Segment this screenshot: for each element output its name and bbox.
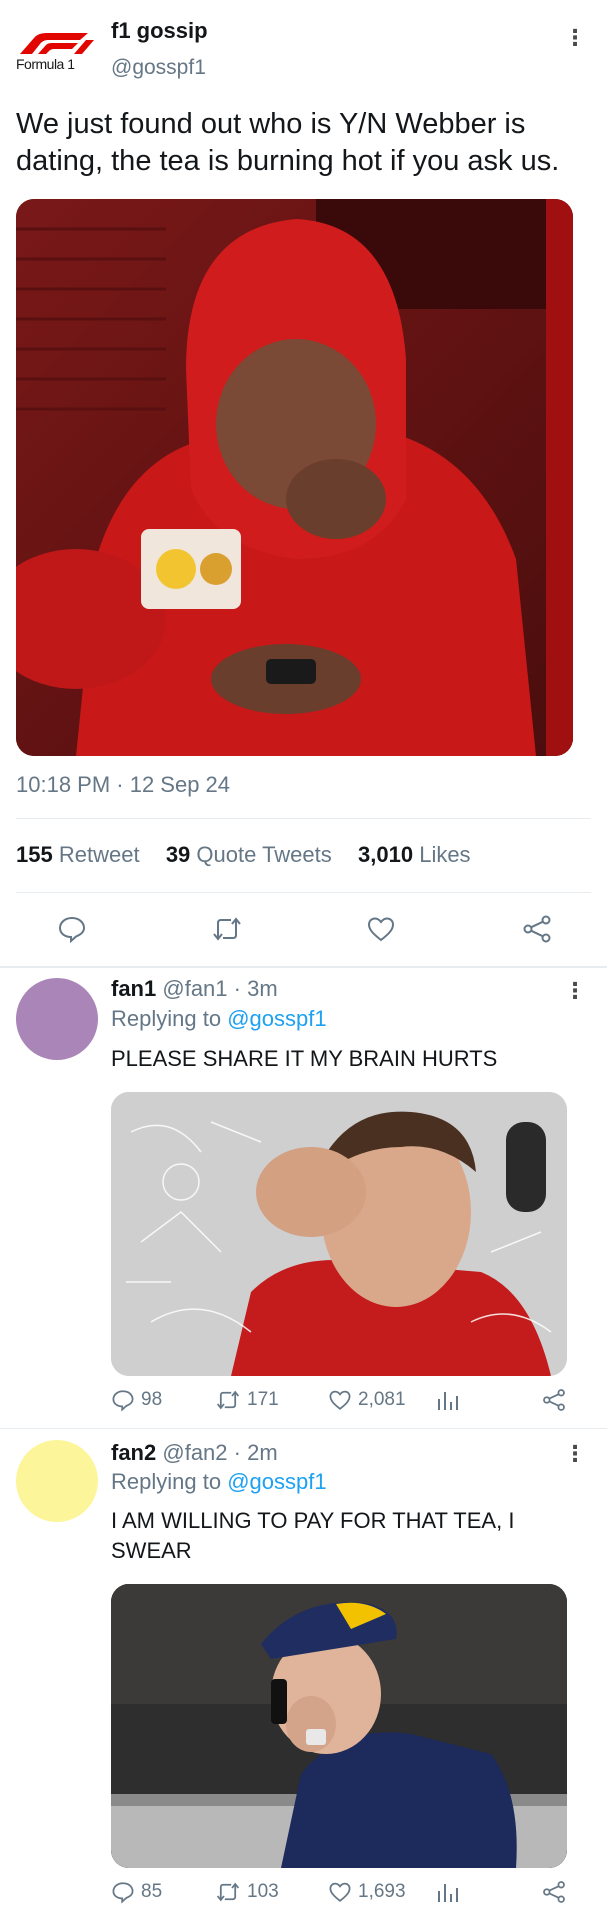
f1-logo-icon (20, 33, 94, 54)
reply-button[interactable] (57, 914, 87, 944)
replying-to: Replying to @gosspf1 (111, 1469, 327, 1495)
user-handle[interactable]: @fan1 (162, 976, 227, 1001)
avatar[interactable] (16, 1440, 98, 1522)
profile-logo[interactable]: Formula 1 (16, 28, 96, 76)
likes-count: 3,010 (358, 842, 414, 867)
reply-icon (112, 1390, 134, 1412)
tweet-text: We just found out who is Y/N Webber is d… (16, 108, 560, 177)
divider (16, 818, 591, 819)
reply-icon (112, 1882, 134, 1904)
like-action[interactable]: 1,693 (328, 1880, 406, 1904)
divider (16, 892, 591, 893)
more-options-icon[interactable]: ⋮ (562, 979, 586, 1003)
divider (0, 966, 607, 968)
heart-icon (329, 1390, 351, 1410)
replying-to-handle[interactable]: @gosspf1 (227, 1006, 326, 1031)
quote-count: 39 (165, 842, 191, 867)
analytics-icon (438, 1392, 458, 1410)
retweet-icon (216, 1390, 240, 1410)
share-icon (543, 1389, 565, 1411)
divider (0, 1428, 607, 1429)
photo-man-in-red-hoodie-icon (16, 199, 573, 756)
reply-count: 98 (141, 1389, 163, 1410)
user-handle[interactable]: @gosspf1 (111, 56, 206, 80)
photo-man-on-phone-call-icon (111, 1584, 567, 1868)
share-icon (543, 1881, 565, 1903)
replying-to-label: Replying to (111, 1006, 222, 1031)
reply-text: PLEASE SHARE IT MY BRAIN HURTS (111, 1046, 498, 1071)
retweet-button[interactable] (211, 914, 243, 944)
replying-to-handle[interactable]: @gosspf1 (227, 1469, 326, 1494)
likes-label: Likes (419, 842, 471, 867)
reply-count: 85 (141, 1881, 163, 1902)
reply-time: · 2m (233, 1440, 278, 1465)
replying-to-label: Replying to (111, 1469, 222, 1494)
reply-media[interactable] (111, 1092, 567, 1376)
like-count: 2,081 (358, 1389, 406, 1410)
retweet-label: Retweet (58, 842, 140, 867)
like-count: 1,693 (358, 1881, 406, 1902)
tweet-media[interactable] (16, 199, 573, 756)
tweet-timestamp: 10:18 PM · 12 Sep 24 (16, 772, 231, 797)
analytics-button[interactable] (436, 1882, 458, 1904)
retweet-count: 155 (16, 842, 53, 867)
reply-header: fan1 @fan1 · 3m (111, 976, 278, 1002)
heart-icon (367, 917, 395, 942)
share-button[interactable] (522, 914, 552, 944)
analytics-button[interactable] (436, 1390, 458, 1412)
retweet-action[interactable]: 171 (215, 1388, 279, 1412)
display-name[interactable]: f1 gossip (111, 18, 208, 44)
like-action[interactable]: 2,081 (328, 1388, 406, 1412)
retweet-count: 103 (247, 1881, 279, 1902)
quote-stat[interactable]: 39 Quote Tweets (166, 842, 338, 867)
display-name[interactable]: fan2 (111, 1440, 156, 1465)
more-options-icon[interactable]: ⋮ (562, 1442, 586, 1466)
display-name[interactable]: fan1 (111, 976, 156, 1001)
replying-to: Replying to @gosspf1 (111, 1006, 327, 1032)
user-handle[interactable]: @fan2 (162, 1440, 227, 1465)
like-button[interactable] (366, 914, 396, 944)
analytics-icon (438, 1884, 458, 1902)
heart-icon (329, 1882, 351, 1902)
reply-time: · 3m (233, 976, 278, 1001)
more-options-icon[interactable]: ⋮ (562, 26, 586, 50)
tweet-stats: 155 Retweet 39 Quote Tweets 3,010 Likes (16, 842, 471, 868)
photo-confused-math-meme-icon (111, 1092, 567, 1376)
avatar[interactable] (16, 978, 98, 1060)
share-icon (523, 915, 551, 943)
retweet-icon (216, 1882, 240, 1902)
retweet-icon (213, 917, 241, 941)
reply-header: fan2 @fan2 · 2m (111, 1440, 278, 1466)
reply-icon (58, 916, 86, 944)
share-button[interactable] (542, 1388, 566, 1412)
retweet-count: 171 (247, 1389, 279, 1410)
reply-action[interactable]: 98 (111, 1388, 162, 1412)
share-button[interactable] (542, 1880, 566, 1904)
likes-stat[interactable]: 3,010 Likes (358, 842, 471, 867)
reply-text: I AM WILLING TO PAY FOR THAT TEA, I SWEA… (111, 1508, 515, 1563)
retweet-stat[interactable]: 155 Retweet (16, 842, 146, 867)
reply-media[interactable] (111, 1584, 567, 1868)
reply-action[interactable]: 85 (111, 1880, 162, 1904)
f1-logo-text: Formula 1 (16, 56, 75, 72)
quote-label: Quote Tweets (196, 842, 332, 867)
retweet-action[interactable]: 103 (215, 1880, 279, 1904)
